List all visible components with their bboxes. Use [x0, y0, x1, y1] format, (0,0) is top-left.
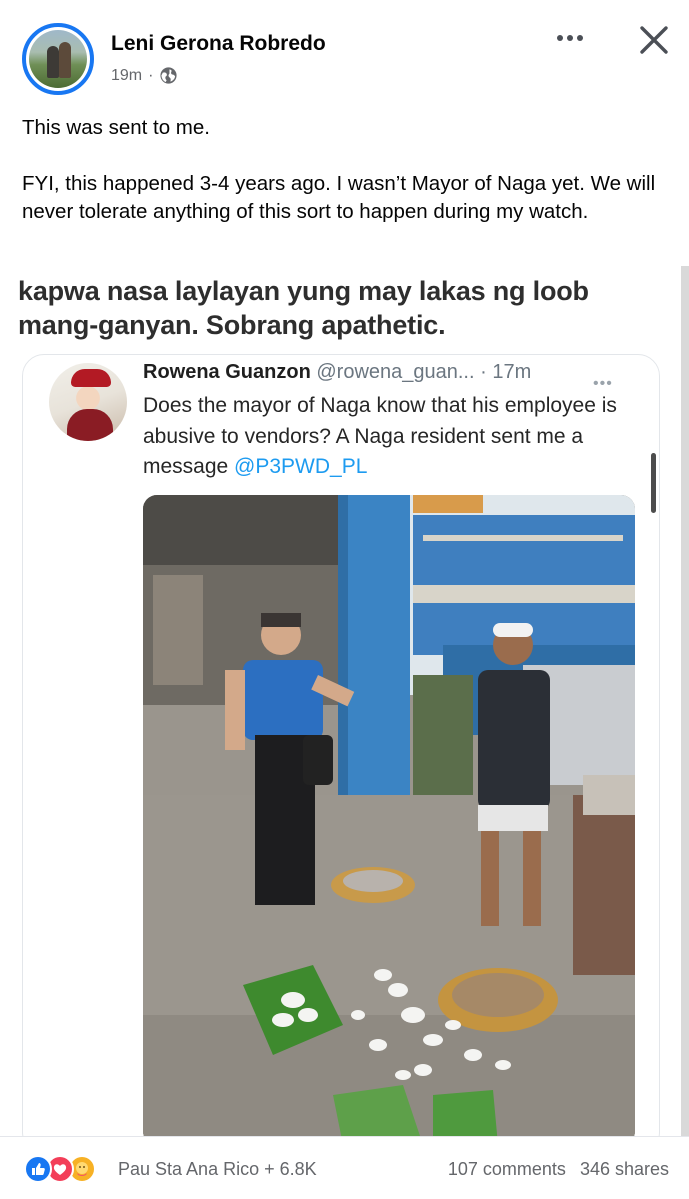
- post-footer: Pau Sta Ana Rico + 6.8K 107 comments 346…: [0, 1136, 689, 1199]
- meta-separator: ·: [148, 66, 154, 84]
- post-caption: This was sent to me. FYI, this happened …: [22, 114, 672, 226]
- tweet-handle: @rowena_guan...: [316, 361, 475, 383]
- tweet-author-name: Rowena Guanzon: [143, 361, 311, 383]
- author-avatar[interactable]: [22, 23, 94, 95]
- caption-line: FYI, this happened 3-4 years ago. I wasn…: [22, 172, 656, 223]
- dot-icon: [577, 35, 583, 41]
- tweet-header: Rowena Guanzon @rowena_guan... · 17m: [143, 361, 643, 384]
- like-reaction-icon: [24, 1155, 52, 1183]
- tweet-time: · 17m: [480, 361, 532, 383]
- reaction-icons[interactable]: [24, 1155, 96, 1183]
- more-options-button[interactable]: [548, 22, 592, 54]
- shares-count[interactable]: 346 shares: [580, 1159, 669, 1180]
- image-caption-text: kapwa nasa laylayan yung may lakas ng lo…: [18, 276, 589, 340]
- post-image[interactable]: kapwa nasa laylayan yung may lakas ng lo…: [0, 266, 689, 1136]
- tweet-body: Does the mayor of Naga know that his emp…: [143, 394, 617, 478]
- dot-icon: [567, 35, 573, 41]
- tweet-avatar: [49, 363, 127, 441]
- dot-icon: [557, 35, 563, 41]
- street-scene-photo: [143, 495, 635, 1136]
- author-name[interactable]: Leni Gerona Robredo: [111, 32, 326, 56]
- tweet-card: Rowena Guanzon @rowena_guan... · 17m •••…: [22, 354, 660, 1136]
- globe-icon: [160, 67, 178, 84]
- post-time[interactable]: 19m: [111, 67, 142, 85]
- reactors-summary[interactable]: Pau Sta Ana Rico + 6.8K: [118, 1159, 317, 1180]
- comments-count[interactable]: 107 comments: [448, 1159, 566, 1180]
- post-header: Leni Gerona Robredo 19m ·: [0, 0, 689, 110]
- avatar-photo: [29, 30, 87, 88]
- tweet-mention: @P3PWD_PL: [234, 455, 368, 478]
- post-meta: 19m ·: [111, 66, 178, 85]
- scrollbar-thumb: [651, 453, 656, 513]
- image-edge: [681, 266, 689, 1136]
- tweet-text: Does the mayor of Naga know that his emp…: [143, 391, 643, 483]
- tweet-photo: [143, 495, 635, 1136]
- close-icon[interactable]: [634, 20, 674, 60]
- caption-line: This was sent to me.: [22, 116, 210, 139]
- engagement-counts: 107 comments 346 shares: [448, 1159, 669, 1180]
